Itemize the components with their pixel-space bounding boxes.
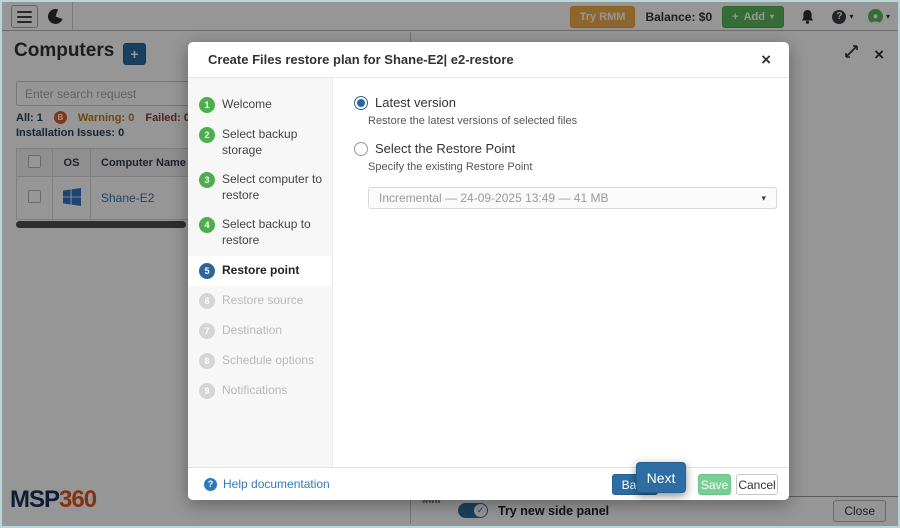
step-select-computer[interactable]: 3 Select computer to restore <box>188 165 332 210</box>
select-restore-point-radio[interactable]: Select the Restore Point <box>354 141 777 156</box>
step-select-backup[interactable]: 4 Select backup to restore <box>188 210 332 255</box>
radio-unselected-icon <box>354 142 368 156</box>
modal-header: Create Files restore plan for Shane-E2| … <box>188 42 789 78</box>
help-documentation-link[interactable]: ? Help documentation <box>204 477 330 491</box>
step-number-badge: 9 <box>199 383 215 399</box>
modal-footer: ? Help documentation Back Next Save Canc… <box>188 467 789 500</box>
next-button[interactable]: Next <box>636 462 686 493</box>
step-number-badge: 2 <box>199 127 215 143</box>
step-select-backup-storage[interactable]: 2 Select backup storage <box>188 120 332 165</box>
step-number-badge: 7 <box>199 323 215 339</box>
step-number-badge: 5 <box>199 263 215 279</box>
step-number-badge: 6 <box>199 293 215 309</box>
step-notifications: 9 Notifications <box>188 376 332 406</box>
step-number-badge: 8 <box>199 353 215 369</box>
app-window: Try RMM Balance: $0 + Add ▾ ? ▾ <box>0 0 900 528</box>
help-icon: ? <box>204 478 217 491</box>
restore-point-value: Incremental — 24-09-2025 13:49 — 41 MB <box>379 191 608 205</box>
restore-point-panel: Latest version Restore the latest versio… <box>333 78 791 467</box>
wizard-steps: 1 Welcome 2 Select backup storage 3 Sele… <box>188 78 333 467</box>
radio-selected-icon <box>354 96 368 110</box>
chevron-down-icon: ▾ <box>761 193 766 204</box>
modal-title: Create Files restore plan for Shane-E2| … <box>208 52 514 67</box>
modal-close-icon[interactable]: × <box>761 51 771 68</box>
latest-version-description: Restore the latest versions of selected … <box>368 115 777 127</box>
save-button[interactable]: Save <box>698 474 731 495</box>
step-number-badge: 3 <box>199 172 215 188</box>
step-schedule-options: 8 Schedule options <box>188 346 332 376</box>
cancel-button[interactable]: Cancel <box>736 474 778 495</box>
modal-body: 1 Welcome 2 Select backup storage 3 Sele… <box>188 78 789 467</box>
latest-version-radio[interactable]: Latest version <box>354 95 777 110</box>
restore-point-description: Specify the existing Restore Point <box>368 161 777 173</box>
restore-point-dropdown[interactable]: Incremental — 24-09-2025 13:49 — 41 MB ▾ <box>368 187 777 209</box>
step-restore-point[interactable]: 5 Restore point <box>188 256 332 286</box>
restore-plan-wizard-modal: Create Files restore plan for Shane-E2| … <box>188 42 789 500</box>
step-number-badge: 1 <box>199 97 215 113</box>
step-number-badge: 4 <box>199 217 215 233</box>
step-restore-source: 6 Restore source <box>188 286 332 316</box>
step-welcome[interactable]: 1 Welcome <box>188 90 332 120</box>
step-destination: 7 Destination <box>188 316 332 346</box>
